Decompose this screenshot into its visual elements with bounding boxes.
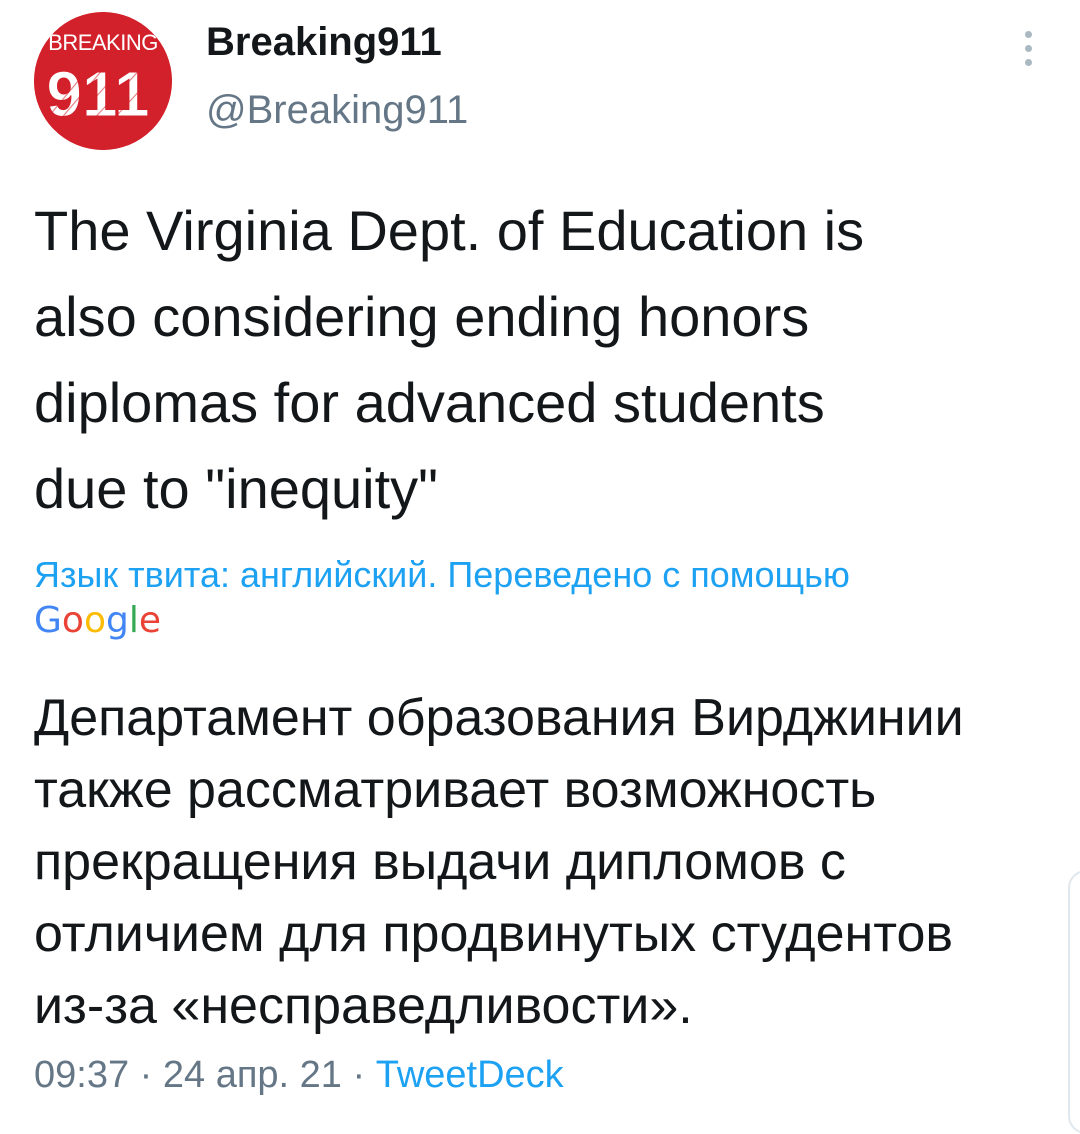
tweet-meta: 09:37 · 24 апр. 21 · TweetDeck xyxy=(34,1052,564,1098)
breaking911-logo-icon: BREAKING 911 xyxy=(34,12,172,150)
more-vertical-icon xyxy=(1024,30,1032,38)
more-options-button[interactable] xyxy=(1004,24,1052,72)
user-handle: @Breaking911 xyxy=(206,88,469,132)
google-logo: Google xyxy=(34,598,161,644)
google-letter: g xyxy=(105,600,129,641)
tweet-time: 09:37 xyxy=(34,1054,130,1096)
meta-separator: · xyxy=(352,1054,366,1096)
google-letter: G xyxy=(34,600,62,641)
google-letter: o xyxy=(61,600,84,641)
tweet-date: 24 апр. 21 xyxy=(162,1054,342,1096)
translation-note[interactable]: Язык твита: английский. Переведено с пом… xyxy=(34,552,1054,598)
display-name[interactable]: Breaking911 xyxy=(206,18,468,66)
more-vertical-icon-dot xyxy=(1024,58,1032,66)
google-letter: o xyxy=(83,600,106,641)
user-block: Breaking911 @Breaking911 xyxy=(206,18,468,134)
meta-separator: · xyxy=(139,1054,153,1096)
tweet-text: The Virginia Dept. of Education is also … xyxy=(34,199,865,520)
google-letter: l xyxy=(128,600,139,641)
side-panel-handle[interactable] xyxy=(1068,870,1080,1134)
tweet-header: BREAKING 911 Breaking911 @Breaking911 xyxy=(0,0,1080,160)
more-vertical-icon-dot xyxy=(1024,44,1032,52)
avatar[interactable]: BREAKING 911 xyxy=(34,12,172,150)
translated-text: Департамент образования Вирджинии также … xyxy=(34,689,964,1035)
tweet-source-link[interactable]: TweetDeck xyxy=(376,1054,564,1096)
svg-text:BREAKING: BREAKING xyxy=(48,30,158,55)
google-letter: e xyxy=(138,600,161,641)
